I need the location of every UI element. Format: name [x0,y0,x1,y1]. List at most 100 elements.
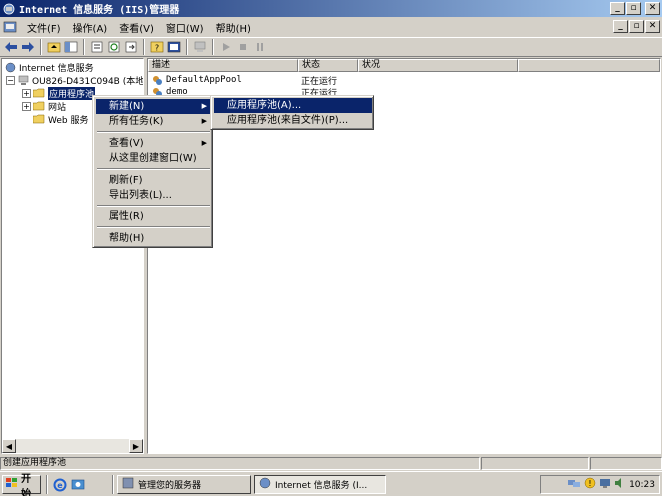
windows-logo-icon [5,477,19,492]
ctx-properties-label: 属性(R) [109,211,144,222]
properties-icon[interactable] [89,39,105,55]
tree-root[interactable]: Internet 信息服务 [4,61,94,74]
ctx-new-window[interactable]: 从这里创建窗口(W) [96,151,211,166]
mmc-doc-icon[interactable] [2,19,18,35]
menu-view[interactable]: 查看(V) [113,20,160,35]
task-iis-manager[interactable]: Internet 信息服务 (I... [254,475,386,494]
volume-icon[interactable] [614,477,626,492]
play-icon[interactable] [218,39,234,55]
menu-help[interactable]: 帮助(H) [210,20,257,35]
menu-action[interactable]: 操作(A) [67,20,114,35]
menu-separator [97,168,210,170]
maximize-button[interactable]: ▫ [626,2,641,15]
column-filler [518,59,660,72]
expand-toggle[interactable]: + [22,88,31,98]
task-manage-server[interactable]: 管理您的服务器 [117,475,251,494]
svg-text:e: e [57,481,63,490]
list-header: 描述 状态 状况 [148,59,660,72]
submenu-arrow-icon: ▶ [201,117,207,125]
ctx-export-label: 导出列表(L)... [109,190,172,201]
ctx-refresh-label: 刷新(F) [109,175,143,186]
ctx-help-label: 帮助(H) [109,233,145,244]
submenu-arrow-icon: ▶ [201,102,207,110]
tree-app-pools[interactable]: + 应用程序池 [22,86,96,100]
column-description[interactable]: 描述 [148,59,298,72]
help-icon[interactable]: ? [149,39,165,55]
ctx-all-tasks[interactable]: 所有任务(K) ▶ [96,114,211,129]
refresh-icon[interactable] [106,39,122,55]
export-list-icon[interactable] [123,39,139,55]
desktop-icon[interactable] [70,477,86,493]
iis-app-icon [259,477,271,492]
close-button[interactable]: ✕ [645,2,660,15]
mdi-minimize-button[interactable]: _ [613,20,628,33]
security-warning-icon[interactable]: ! [584,477,596,492]
ctx-export[interactable]: 导出列表(L)... [96,188,211,203]
ctx-new-window-label: 从这里创建窗口(W) [109,153,197,164]
menu-separator [97,131,210,133]
tree-horizontal-scrollbar[interactable]: ◀ ▶ [2,439,143,453]
back-arrow-icon[interactable] [3,39,19,55]
expand-toggle[interactable]: + [22,101,31,111]
ctx-refresh[interactable]: 刷新(F) [96,173,211,188]
task-iis-manager-label: Internet 信息服务 (I... [275,481,368,491]
ctx-properties[interactable]: 属性(R) [96,209,211,224]
submenu-app-pool-file[interactable]: 应用程序池(来自文件)(P)... [214,113,372,128]
server-icon [17,74,29,86]
tree-server[interactable]: − OU826-D431C094B (本地计 [6,74,143,87]
ctx-help[interactable]: 帮助(H) [96,231,211,246]
tree-app-pools-label: 应用程序池 [48,86,96,100]
collapse-toggle[interactable]: − [6,75,15,85]
app-pool-icon [151,74,163,86]
toolbar-separator [143,39,145,55]
context-menu: 新建(N) ▶ 所有任务(K) ▶ 查看(V) ▶ 从这里创建窗口(W) 刷新(… [92,95,213,248]
taskbar-separator [112,475,114,494]
ctx-new[interactable]: 新建(N) ▶ [96,99,211,114]
scroll-track[interactable] [16,439,129,453]
list-item[interactable]: DefaultAppPool 正在运行 [148,74,358,87]
ctx-all-tasks-label: 所有任务(K) [109,116,164,127]
minimize-button[interactable]: _ [610,2,625,15]
column-status[interactable]: 状态 [298,59,358,72]
tree-web-ext-label: Web 服务 [48,115,89,126]
mdi-close-button[interactable]: ✕ [645,20,660,33]
app-pool-name: DefaultAppPool [166,75,242,85]
menu-bar: 文件(F) 操作(A) 查看(V) 窗口(W) 帮助(H) _ ▫ ✕ [0,17,662,37]
folder-icon [33,87,45,99]
toolbar-separator [40,39,42,55]
menu-file[interactable]: 文件(F) [21,20,67,35]
submenu-arrow-icon: ▶ [201,139,207,147]
menu-window[interactable]: 窗口(W) [160,20,210,35]
toolbar-separator [186,39,188,55]
scroll-left-button[interactable]: ◀ [2,439,16,453]
tree-web-ext[interactable]: Web 服务 [33,113,89,126]
stop-icon[interactable] [235,39,251,55]
ie-icon[interactable]: e [52,477,68,493]
pause-icon[interactable] [252,39,268,55]
ctx-view[interactable]: 查看(V) ▶ [96,136,211,151]
up-folder-icon[interactable] [46,39,62,55]
submenu-app-pool-label: 应用程序池(A)... [227,100,302,111]
forward-arrow-icon[interactable] [20,39,36,55]
iis-globe-icon [4,61,16,73]
mdi-maximize-button[interactable]: ▫ [629,20,644,33]
svg-text:!: ! [588,479,591,488]
title-bar: Internet 信息服务 (IIS)管理器 _ ▫ ✕ [0,0,662,17]
start-button[interactable]: 开始 [2,474,41,496]
monitor-icon[interactable] [599,477,611,492]
column-state[interactable]: 状况 [358,59,518,72]
network-icon[interactable] [567,477,581,492]
show-tree-icon[interactable] [63,39,79,55]
status-pane-2 [481,457,589,470]
folder-icon [33,100,45,112]
toolbar-separator [83,39,85,55]
tree-websites[interactable]: + 网站 [22,100,66,113]
clock[interactable]: 10:23 [629,480,655,490]
system-tray: ! 10:23 [540,475,660,494]
menu-separator [97,205,210,207]
submenu-app-pool[interactable]: 应用程序池(A)... [214,98,372,113]
scroll-right-button[interactable]: ▶ [129,439,143,453]
menu-separator [97,226,210,228]
console-icon[interactable] [166,39,182,55]
computer-icon[interactable] [192,39,208,55]
